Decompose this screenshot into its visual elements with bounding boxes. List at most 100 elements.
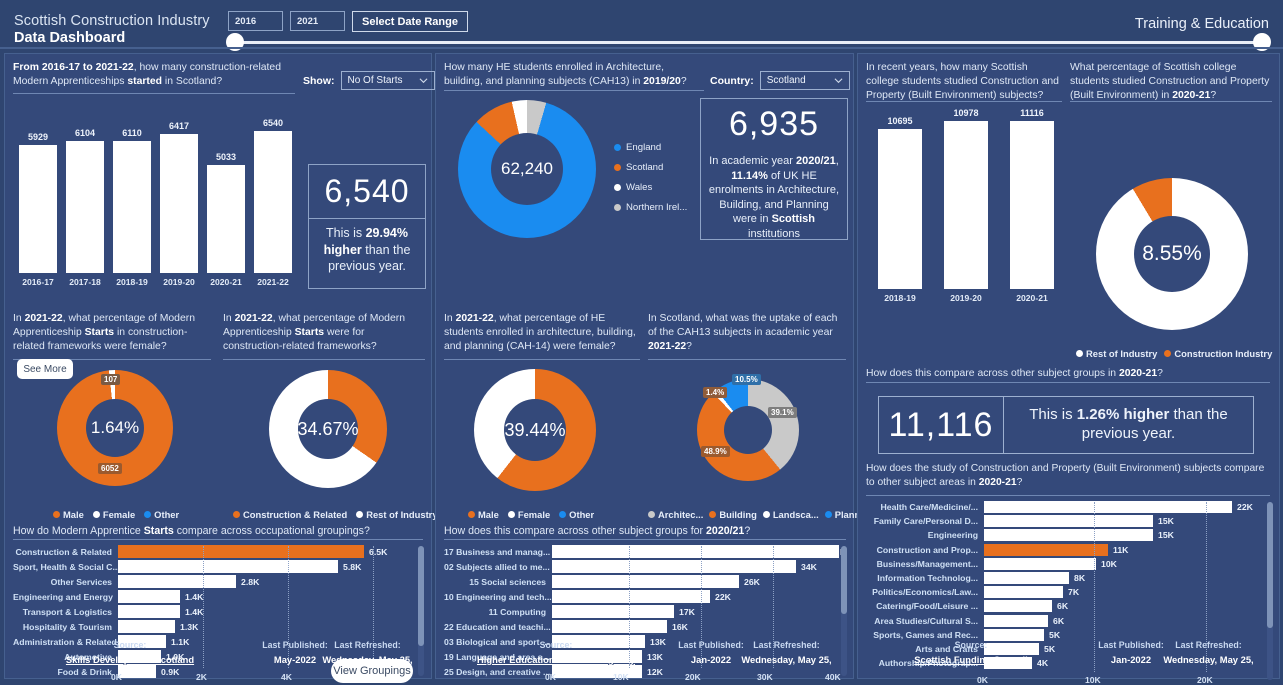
- table-row[interactable]: 02 Subjects allied to me... 34K: [444, 559, 848, 574]
- table-row[interactable]: Health Care/Medicine/... 22K: [866, 500, 1270, 514]
- chart-he-cah13-by-country[interactable]: 62,240: [458, 100, 596, 238]
- scrollbar-thumb[interactable]: [418, 546, 424, 646]
- bar[interactable]: [984, 515, 1153, 528]
- legend-swatch-icon: [1164, 350, 1172, 357]
- legend-item[interactable]: Architec...: [648, 509, 703, 520]
- date-from-input[interactable]: 2016: [228, 11, 283, 31]
- table-row[interactable]: Construction & Related 6.5K: [13, 544, 425, 559]
- bar[interactable]: [984, 543, 1108, 556]
- legend-item[interactable]: Other: [559, 509, 594, 520]
- legend-item[interactable]: Female: [92, 509, 135, 520]
- bar[interactable]: [984, 572, 1069, 585]
- scrollbar-thumb[interactable]: [841, 546, 847, 614]
- bar[interactable]: [552, 545, 839, 558]
- col2-question-2: In 2021-22, what percentage of HE studen…: [444, 313, 636, 352]
- bar[interactable]: [984, 529, 1153, 542]
- bar[interactable]: [118, 575, 236, 588]
- legend-item[interactable]: Landsca...: [762, 509, 819, 520]
- legend-swatch-icon: [233, 511, 240, 518]
- bar-group[interactable]: 5929 2016-17: [19, 102, 57, 287]
- table-row[interactable]: Catering/Food/Leisure ... 6K: [866, 599, 1270, 613]
- bar[interactable]: [984, 501, 1232, 514]
- legend-item[interactable]: Building: [709, 509, 757, 520]
- bar[interactable]: [552, 620, 667, 633]
- chart-ma-construction-share[interactable]: 34.67%: [269, 370, 387, 488]
- bar[interactable]: [552, 590, 710, 603]
- bar-group[interactable]: 10978 2019-20: [944, 108, 988, 303]
- panel-higher-education: How many HE students enrolled in Archite…: [435, 53, 876, 682]
- bar[interactable]: [878, 129, 922, 289]
- date-to-input[interactable]: 2021: [290, 11, 345, 31]
- bar-group[interactable]: 6104 2017-18: [66, 102, 104, 287]
- table-row[interactable]: 22 Education and teachi... 16K: [444, 619, 848, 634]
- table-row[interactable]: 10 Engineering and tech... 22K: [444, 589, 848, 604]
- table-row[interactable]: 17 Business and manag...K: [444, 544, 848, 559]
- table-row[interactable]: Hospitality & Tourism 1.3K: [13, 619, 425, 634]
- table-row[interactable]: Sport, Health & Social C... 5.8K: [13, 559, 425, 574]
- legend-item[interactable]: Female: [507, 509, 550, 520]
- table-row[interactable]: 11 Computing 17K: [444, 604, 848, 619]
- bar[interactable]: [552, 575, 739, 588]
- legend-item[interactable]: Construction & Related: [233, 509, 347, 520]
- legend-item[interactable]: Northern Irel...: [614, 202, 687, 213]
- bar-group[interactable]: 10695 2018-19: [878, 108, 922, 303]
- legend-item[interactable]: Wales: [614, 182, 687, 193]
- table-row[interactable]: Politics/Economics/Law... 7K: [866, 585, 1270, 599]
- col3-question-4: How does the study of Construction and P…: [866, 463, 1265, 488]
- table-row[interactable]: Business/Management... 10K: [866, 557, 1270, 571]
- bar[interactable]: [984, 600, 1052, 613]
- legend-item[interactable]: Scotland: [614, 162, 687, 173]
- legend-item[interactable]: England: [614, 142, 687, 153]
- header-divider: [0, 47, 1283, 49]
- table-row[interactable]: Other Services 2.8K: [13, 574, 425, 589]
- table-row[interactable]: Transport & Logistics 1.4K: [13, 604, 425, 619]
- show-selector[interactable]: Show: No Of Starts: [303, 71, 435, 90]
- scrollbar-thumb[interactable]: [1267, 502, 1273, 628]
- legend-item[interactable]: Rest of Industry: [356, 509, 438, 520]
- legend-item[interactable]: Construction Industry: [1164, 348, 1272, 359]
- bar[interactable]: [118, 590, 180, 603]
- bar-group[interactable]: 6110 2018-19: [113, 102, 151, 287]
- date-range-slider[interactable]: [226, 33, 1271, 51]
- bar[interactable]: [66, 141, 104, 273]
- bar[interactable]: [254, 131, 292, 273]
- bar[interactable]: [552, 560, 796, 573]
- bar[interactable]: [113, 141, 151, 273]
- legend-item[interactable]: Rest of Industry: [1076, 348, 1157, 359]
- table-row[interactable]: Area Studies/Cultural S... 6K: [866, 614, 1270, 628]
- legend-item[interactable]: Male: [53, 509, 84, 520]
- bar-group[interactable]: 11116 2020-21: [1010, 108, 1054, 303]
- donut-slice-label: 6052: [98, 463, 122, 474]
- bar[interactable]: [984, 614, 1048, 627]
- table-row[interactable]: Information Technolog... 8K: [866, 571, 1270, 585]
- bar[interactable]: [984, 557, 1096, 570]
- table-row[interactable]: Family Care/Personal D... 15K: [866, 514, 1270, 528]
- table-row[interactable]: Engineering 15K: [866, 528, 1270, 542]
- chart-college-construction-share[interactable]: 8.55%: [1096, 178, 1248, 330]
- table-row[interactable]: Engineering and Energy 1.4K: [13, 589, 425, 604]
- bar[interactable]: [984, 586, 1063, 599]
- bar[interactable]: [118, 545, 364, 558]
- bar[interactable]: [118, 605, 180, 618]
- bar[interactable]: [1010, 121, 1054, 289]
- select-date-range-button[interactable]: Select Date Range: [352, 11, 468, 32]
- bar[interactable]: [552, 605, 674, 618]
- bar-group[interactable]: 6417 2019-20: [160, 102, 198, 287]
- bar[interactable]: [944, 121, 988, 289]
- bar-group[interactable]: 5033 2020-21: [207, 102, 245, 287]
- see-more-button[interactable]: See More: [17, 359, 73, 379]
- legend-item[interactable]: Other: [144, 509, 179, 520]
- table-row[interactable]: 15 Social sciences 26K: [444, 574, 848, 589]
- show-dropdown[interactable]: No Of Starts: [340, 71, 435, 90]
- bar-group[interactable]: 6540 2021-22: [254, 102, 292, 287]
- bar[interactable]: [207, 165, 245, 273]
- legend-item[interactable]: Male: [468, 509, 499, 520]
- table-row[interactable]: Construction and Prop... 11K: [866, 543, 1270, 557]
- chart-he-female-share[interactable]: 39.44%: [474, 369, 596, 491]
- country-dropdown[interactable]: Scotland: [759, 71, 850, 90]
- bar[interactable]: [19, 145, 57, 273]
- bar[interactable]: [118, 620, 175, 633]
- bar[interactable]: [118, 560, 338, 573]
- bar[interactable]: [160, 134, 198, 273]
- country-selector[interactable]: Country: Scotland: [710, 71, 850, 90]
